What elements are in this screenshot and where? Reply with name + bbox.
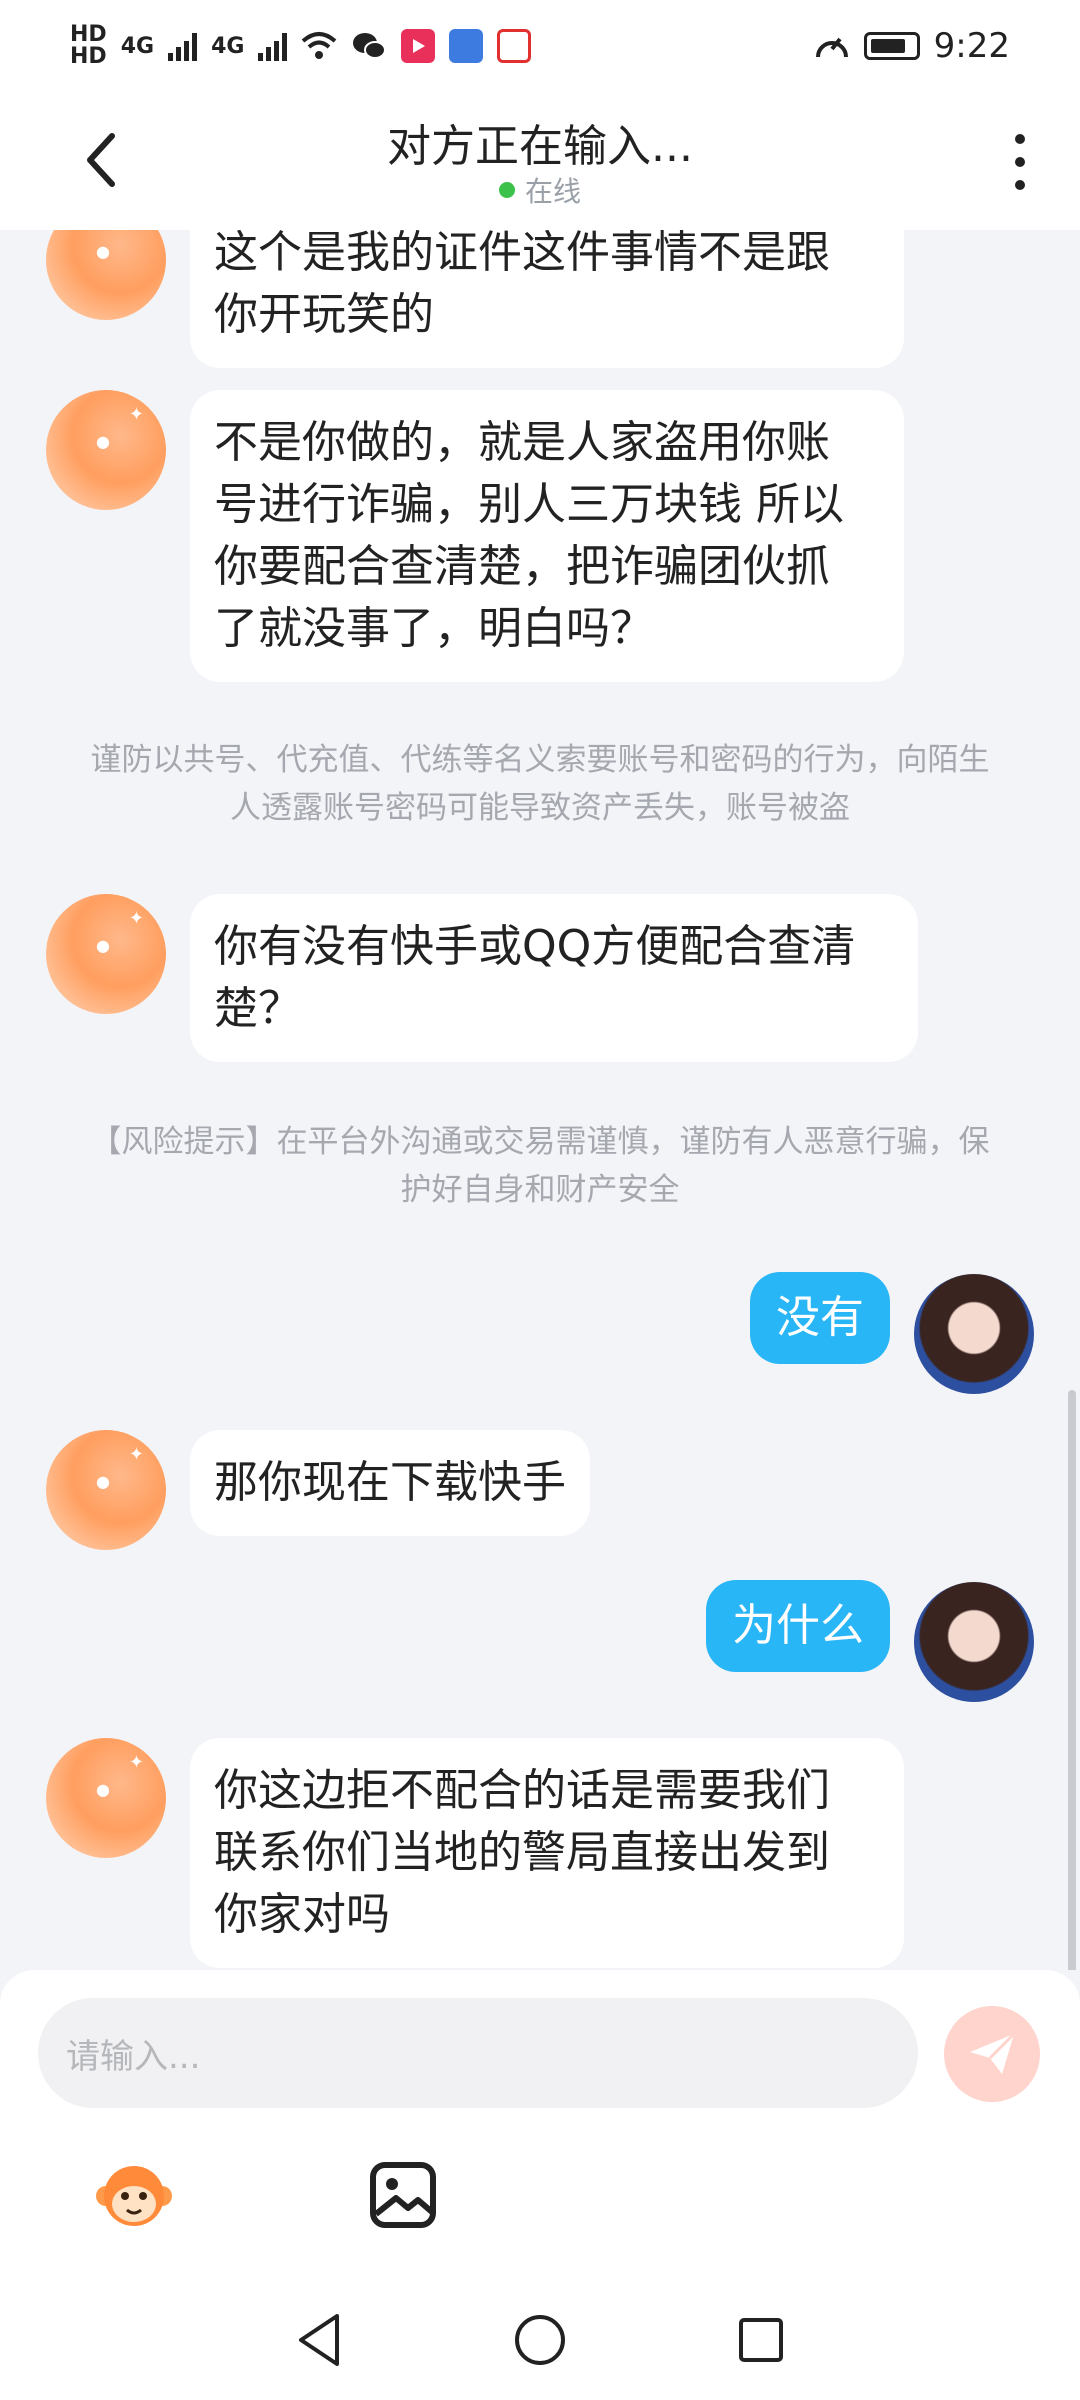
carrier-app-icon [497, 29, 532, 63]
more-button[interactable] [1000, 130, 1040, 194]
image-button[interactable] [368, 2160, 438, 2230]
app-store-icon [449, 29, 484, 63]
more-vertical-icon [1015, 134, 1025, 144]
message-input[interactable]: 请输入... [38, 1998, 918, 2108]
message-bubble[interactable]: 你有没有快手或QQ方便配合查清 楚？ [190, 894, 918, 1062]
hd-indicator: HD HD [70, 24, 107, 68]
send-button[interactable] [944, 2006, 1040, 2102]
image-icon [370, 2162, 436, 2228]
online-status-label: 在线 [524, 175, 581, 208]
message-sent: 没有 [750, 1272, 1034, 1394]
message-sent: 为什么 [706, 1580, 1034, 1702]
scrollbar[interactable] [1068, 1390, 1076, 1970]
message-received: 这个是我的证件这件事情不是跟 你开玩笑的 [46, 230, 904, 368]
message-bubble[interactable]: 为什么 [706, 1580, 890, 1672]
user-avatar[interactable] [914, 1274, 1034, 1394]
clock: 9:22 [933, 26, 1010, 66]
message-bubble[interactable]: 这个是我的证件这件事情不是跟 你开玩笑的 [190, 230, 904, 368]
monkey-sticker-icon [96, 2166, 172, 2226]
message-received: 你有没有快手或QQ方便配合查清 楚？ [46, 894, 918, 1062]
system-nav-bar [0, 2280, 1080, 2400]
online-status: 在线 [0, 170, 1080, 210]
sticker-button[interactable] [94, 2156, 174, 2236]
contact-avatar[interactable] [46, 1430, 166, 1550]
message-bubble[interactable]: 不是你做的，就是人家盗用你账 号进行诈骗，别人三万块钱 所以 你要配合查清楚，把… [190, 390, 904, 682]
signal2-icon [258, 31, 288, 61]
hd1-label: HD [70, 22, 107, 47]
contact-avatar[interactable] [46, 894, 166, 1014]
paper-plane-icon [970, 2032, 1016, 2074]
signal1-icon [168, 31, 198, 61]
chat-list[interactable]: 这个是我的证件这件事情不是跟 你开玩笑的 不是你做的，就是人家盗用你账 号进行诈… [0, 230, 1080, 1970]
speed-icon [815, 37, 848, 58]
hd2-label: HD [70, 44, 107, 69]
video-app-icon [401, 29, 436, 63]
page-title: 对方正在输入... [387, 121, 693, 172]
contact-avatar[interactable] [46, 390, 166, 510]
message-bubble[interactable]: 那你现在下载快手 [190, 1430, 590, 1536]
online-dot-icon [498, 182, 515, 198]
message-bubble[interactable]: 你这边拒不配合的话是需要我们 联系你们当地的警局直接出发到 你家对吗 [190, 1738, 904, 1968]
user-avatar[interactable] [914, 1582, 1034, 1702]
message-received: 那你现在下载快手 [46, 1430, 590, 1550]
square-recent-icon[interactable] [737, 2316, 785, 2364]
message-input-placeholder: 请输入... [66, 2036, 201, 2077]
network1-label: 4G [120, 33, 155, 59]
message-bubble[interactable]: 没有 [750, 1272, 890, 1364]
contact-avatar[interactable] [46, 1738, 166, 1858]
risk-notice: 【风险提示】在平台外沟通或交易需谨慎，谨防有人恶意行骗，保护好自身和财产安全 [90, 1124, 990, 1208]
circle-home-icon[interactable] [513, 2313, 567, 2367]
battery-icon [863, 32, 920, 60]
chat-header: 对方正在输入... 在线 [0, 92, 1080, 230]
triangle-back-icon[interactable] [295, 2312, 343, 2368]
contact-avatar[interactable] [46, 230, 166, 320]
security-notice: 谨防以共号、代充值、代练等名义索要账号和密码的行为，向陌生人透露账号密码可能导致… [90, 742, 990, 826]
composer: 请输入... [0, 1970, 1080, 2280]
status-bar-right: 9:22 [814, 26, 1010, 66]
status-bar: HD HD 4G 4G 9:22 [0, 0, 1080, 92]
wifi-icon [302, 32, 337, 59]
message-received: 你这边拒不配合的话是需要我们 联系你们当地的警局直接出发到 你家对吗 [46, 1738, 904, 1968]
network2-label: 4G [211, 33, 245, 59]
message-received: 不是你做的，就是人家盗用你账 号进行诈骗，别人三万块钱 所以 你要配合查清楚，把… [46, 390, 904, 682]
status-bar-left: HD HD 4G 4G [70, 24, 532, 68]
wechat-icon [353, 33, 387, 59]
